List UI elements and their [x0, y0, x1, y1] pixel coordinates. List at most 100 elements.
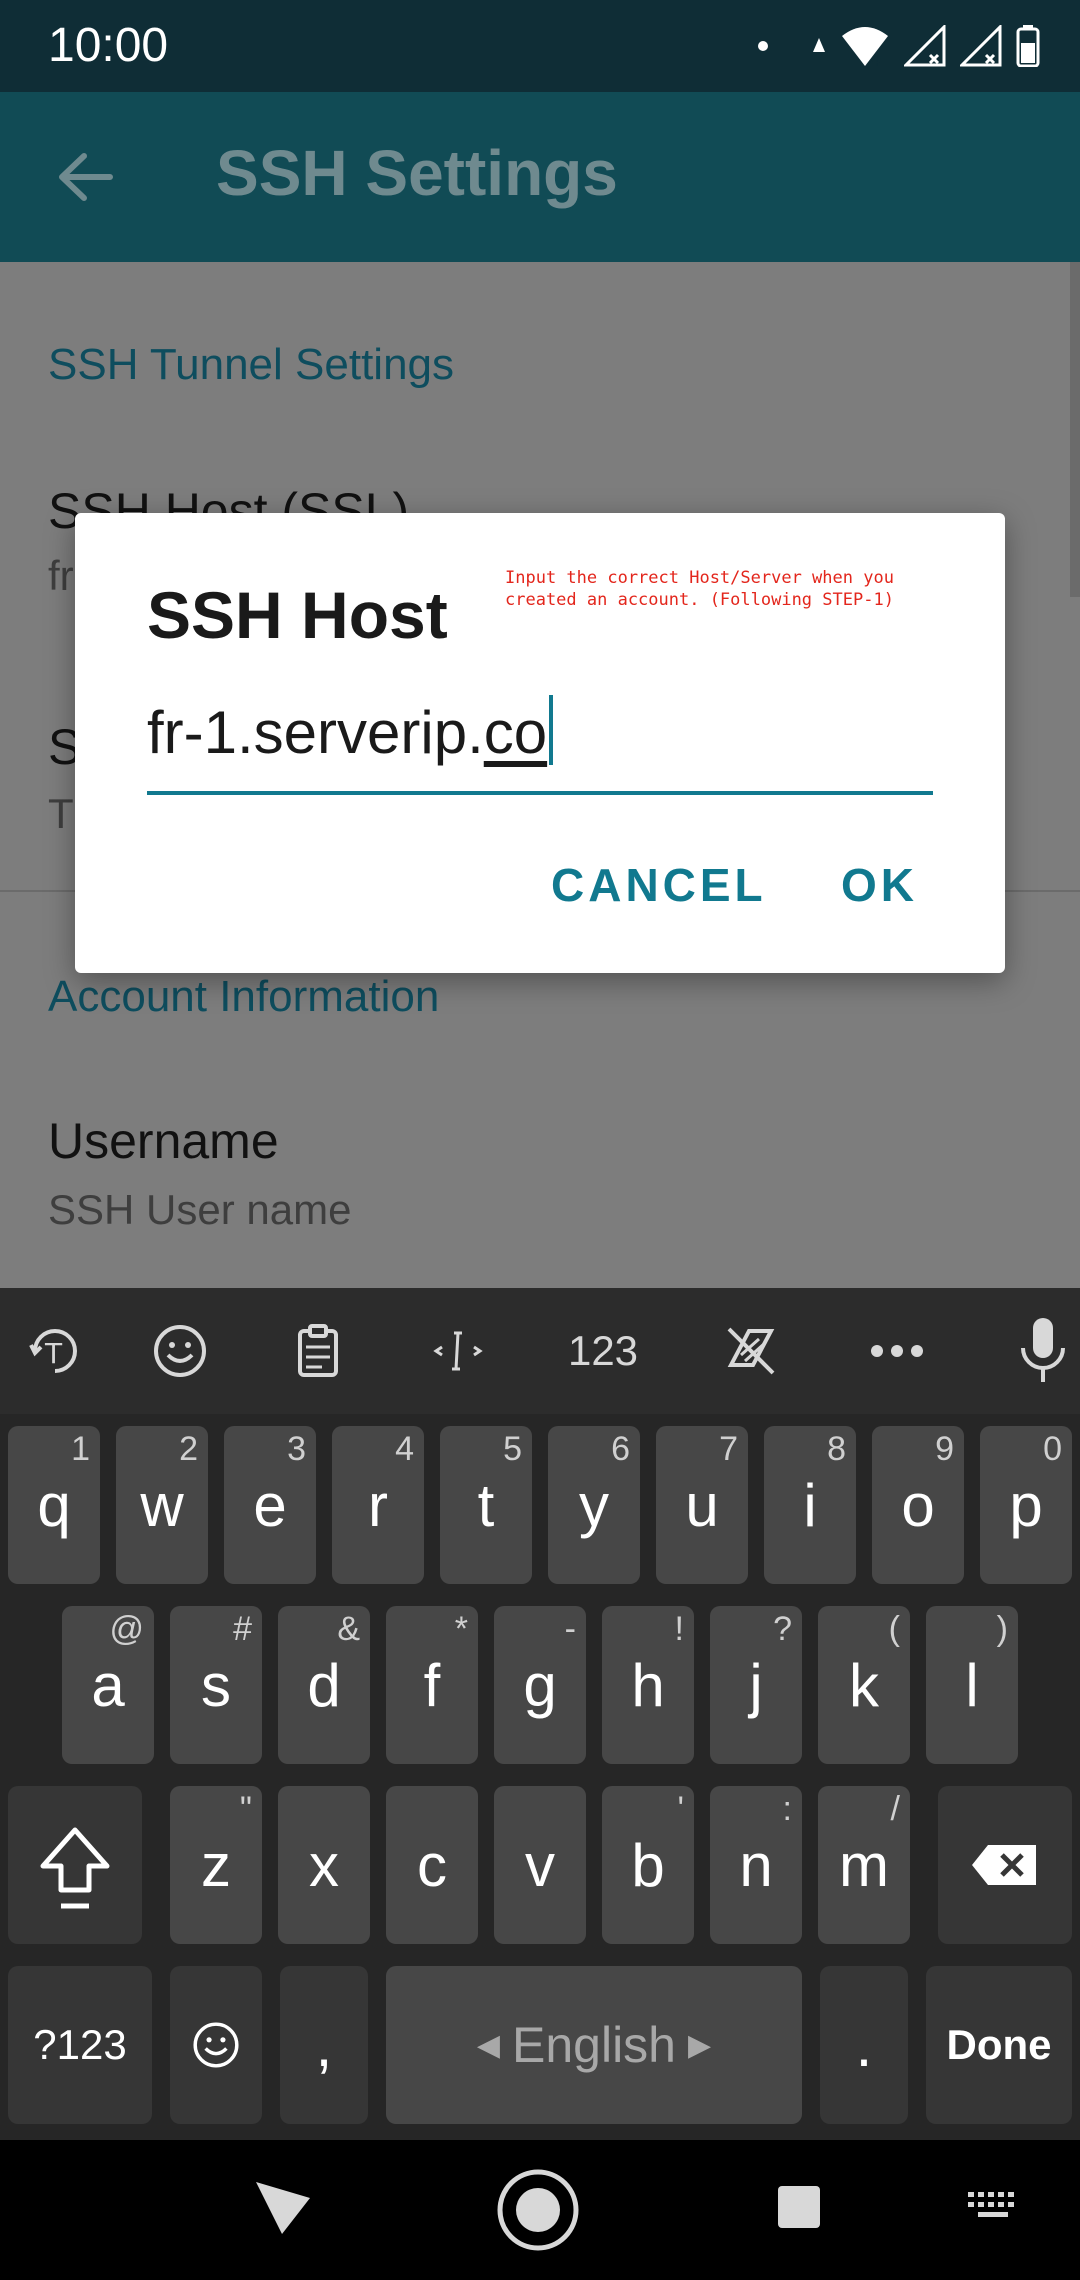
cancel-button[interactable]: CANCEL: [551, 858, 767, 912]
key-z[interactable]: z ": [170, 1786, 262, 1944]
space-left-arrow-icon: ◀: [476, 2028, 500, 2062]
key-h[interactable]: h!: [602, 1606, 694, 1764]
key-hint: ): [996, 1610, 1008, 1648]
key-g[interactable]: g-: [494, 1606, 586, 1764]
text-cursor: [549, 695, 554, 765]
done-key[interactable]: Done: [926, 1966, 1072, 2124]
key-label: k: [849, 1651, 879, 1719]
key-y[interactable]: y6: [548, 1426, 640, 1584]
key-x[interactable]: x: [278, 1786, 370, 1944]
ssh-host-dialog: SSH Host Input the correct Host/Server w…: [75, 513, 1005, 973]
ssh-host-input[interactable]: fr-1.serverip.co: [147, 685, 933, 795]
backspace-key[interactable]: [938, 1786, 1072, 1944]
key-w[interactable]: w2: [116, 1426, 208, 1584]
section-header-account: Account Information: [48, 972, 440, 1021]
key-label: g: [523, 1651, 557, 1719]
key-a[interactable]: a @: [62, 1606, 154, 1764]
recents-nav-icon[interactable]: [776, 2184, 822, 2230]
ok-button[interactable]: OK: [841, 858, 918, 912]
pref-username-summary: SSH User name: [48, 1186, 352, 1233]
key-hint: 0: [1043, 1430, 1062, 1468]
space-right-arrow-icon: ▶: [688, 2028, 712, 2062]
scrollbar[interactable]: [1070, 262, 1080, 597]
key-label: d: [307, 1651, 341, 1719]
key-m[interactable]: m /: [818, 1786, 910, 1944]
key-hint: 5: [503, 1430, 522, 1468]
key-q[interactable]: q1: [8, 1426, 100, 1584]
clipboard-icon[interactable]: [283, 1316, 353, 1386]
key-j[interactable]: j?: [710, 1606, 802, 1764]
space-key-label: English: [512, 2017, 676, 2073]
key-hint: /: [890, 1790, 900, 1828]
input-text: fr-1.serverip.: [147, 699, 484, 766]
text-cursor-icon[interactable]: [423, 1316, 493, 1386]
key-hint: 3: [287, 1430, 306, 1468]
key-label: r: [368, 1471, 388, 1539]
microphone-icon[interactable]: [1008, 1316, 1078, 1386]
theme-off-icon[interactable]: [716, 1316, 786, 1386]
status-time: 10:00: [48, 19, 169, 72]
pref-username-title[interactable]: Username: [48, 1112, 279, 1170]
key-i[interactable]: i8: [764, 1426, 856, 1584]
period-key[interactable]: .: [820, 1966, 908, 2124]
key-n[interactable]: n:: [710, 1786, 802, 1944]
key-label: a: [91, 1651, 125, 1719]
pref-ssh-host-summary: fr: [48, 552, 74, 599]
emoji-key[interactable]: [170, 1966, 262, 2124]
key-hint: @: [109, 1610, 144, 1648]
key-label: y: [579, 1471, 609, 1539]
key-hint: :: [782, 1790, 792, 1828]
svg-text:T: T: [44, 1337, 63, 1370]
key-c[interactable]: c: [386, 1786, 478, 1944]
key-label: h: [631, 1651, 665, 1719]
soft-keyboard: T 123 q1w2e3r4t5y6u7i8o9p0 a @ s # d & f * g - h! j…: [0, 1288, 1080, 2140]
key-e[interactable]: e3: [224, 1426, 316, 1584]
key-hint: &: [337, 1610, 360, 1648]
status-icons: 4: [758, 20, 1040, 72]
key-v[interactable]: v: [494, 1786, 586, 1944]
key-t[interactable]: t5: [440, 1426, 532, 1584]
key-p[interactable]: p0: [980, 1426, 1072, 1584]
key-hint: #: [233, 1610, 252, 1648]
status-bar: 10:00 4: [0, 0, 1080, 92]
back-arrow-icon[interactable]: [50, 142, 120, 212]
emoji-icon[interactable]: [145, 1316, 215, 1386]
key-hint: 4: [395, 1430, 414, 1468]
symbols-key-label: ?123: [33, 2021, 127, 2068]
key-d[interactable]: d &: [278, 1606, 370, 1764]
key-f[interactable]: f *: [386, 1606, 478, 1764]
key-label: v: [525, 1831, 555, 1899]
key-s[interactable]: s #: [170, 1606, 262, 1764]
space-key[interactable]: ◀ English ▶: [386, 1966, 802, 2124]
key-r[interactable]: r4: [332, 1426, 424, 1584]
data-arrow-icon: [813, 38, 825, 52]
battery-icon: [1016, 25, 1040, 67]
done-key-label: Done: [946, 2021, 1052, 2068]
symbols-key[interactable]: ?123: [8, 1966, 152, 2124]
key-label: l: [965, 1651, 979, 1719]
keyboard-toolbar: T 123: [0, 1288, 1080, 1414]
signal-icon-2: [960, 25, 1002, 67]
home-nav-icon[interactable]: [496, 2168, 580, 2252]
key-hint: ': [677, 1790, 685, 1828]
signal-icon: [904, 25, 946, 67]
comma-key[interactable]: ,: [280, 1966, 368, 2124]
key-l[interactable]: l): [926, 1606, 1018, 1764]
section-header-tunnel: SSH Tunnel Settings: [48, 340, 455, 389]
page-title: SSH Settings: [216, 137, 618, 209]
notification-dot-icon: [758, 41, 768, 51]
back-nav-icon[interactable]: [252, 2178, 314, 2238]
shift-key[interactable]: [8, 1786, 142, 1944]
keyboard-switch-icon[interactable]: [966, 2190, 1020, 2224]
more-options-icon[interactable]: [862, 1316, 932, 1386]
period-key-label: .: [855, 2011, 873, 2079]
key-label: j: [749, 1651, 763, 1719]
key-k[interactable]: k(: [818, 1606, 910, 1764]
key-u[interactable]: u7: [656, 1426, 748, 1584]
key-hint: 1: [71, 1430, 90, 1468]
key-label: p: [1009, 1471, 1043, 1539]
translate-icon[interactable]: T: [20, 1316, 90, 1386]
key-o[interactable]: o9: [872, 1426, 964, 1584]
numbers-toolbar-button[interactable]: 123: [568, 1316, 638, 1386]
key-b[interactable]: b ': [602, 1786, 694, 1944]
